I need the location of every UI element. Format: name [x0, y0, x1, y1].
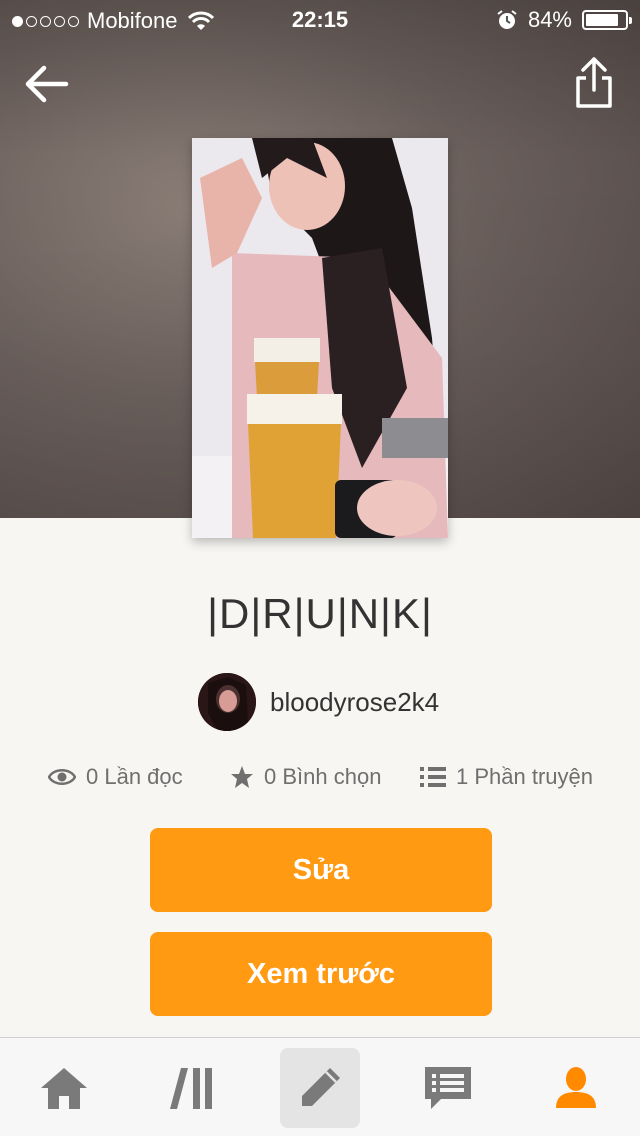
library-icon	[170, 1068, 212, 1109]
tab-home[interactable]	[24, 1048, 104, 1128]
star-icon	[231, 766, 253, 788]
bottom-tab-bar	[0, 1037, 640, 1136]
parts-count: 1 Phần truyện	[456, 764, 593, 789]
alarm-icon	[497, 10, 517, 29]
edit-button[interactable]: Sửa	[150, 828, 492, 912]
pencil-icon	[302, 1068, 340, 1106]
votes-count: 0 Bình chọn	[264, 764, 382, 789]
battery-percent: 84%	[527, 7, 572, 32]
tab-write[interactable]	[280, 1048, 360, 1128]
reads-count: 0 Lần đọc	[86, 764, 183, 789]
share-icon[interactable]	[574, 56, 614, 110]
home-icon	[41, 1068, 87, 1109]
story-title: |D|R|U|N|K|	[207, 590, 433, 637]
eye-icon	[48, 769, 76, 785]
status-bar: Mobifone 22:15 84%	[0, 0, 640, 40]
tab-library[interactable]	[152, 1048, 232, 1128]
tab-messages[interactable]	[408, 1048, 488, 1128]
story-stats: 0 Lần đọc 0 Bình chọn 1 Phần truyện	[0, 764, 640, 798]
story-cover-image[interactable]	[192, 138, 448, 538]
votes-stat: 0 Bình chọn	[230, 764, 381, 790]
parts-stat: 1 Phần truyện	[420, 764, 593, 790]
profile-icon	[556, 1067, 596, 1108]
avatar[interactable]	[198, 673, 256, 731]
list-icon	[420, 767, 446, 787]
preview-button[interactable]: Xem trước	[150, 932, 492, 1016]
author-name[interactable]: bloodyrose2k4	[270, 687, 439, 718]
battery-icon	[582, 10, 632, 30]
reads-stat: 0 Lần đọc	[48, 764, 183, 790]
tab-profile[interactable]	[536, 1048, 616, 1128]
back-arrow-icon[interactable]	[22, 60, 72, 108]
messages-icon	[425, 1067, 471, 1109]
author-row[interactable]: bloodyrose2k4	[198, 672, 439, 732]
